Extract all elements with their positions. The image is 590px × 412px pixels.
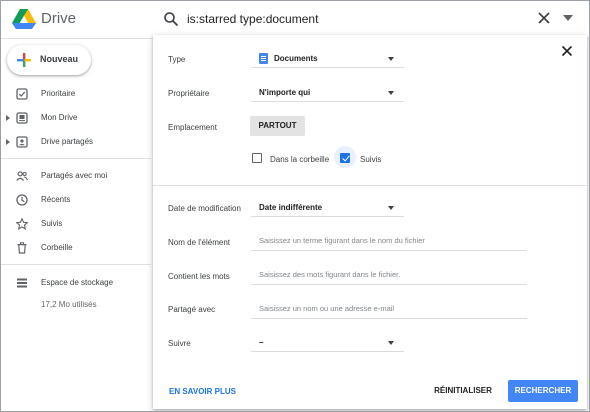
- app-window: Drive is:starred type:document Nouveau P…: [0, 0, 590, 412]
- expand-caret-icon[interactable]: [6, 115, 10, 121]
- contains-words-placeholder: Saisissez des mots figurant dans le fich…: [259, 270, 401, 279]
- advanced-search-panel: Type Documents Propriétaire N'importe qu…: [153, 35, 587, 409]
- app-title: Drive: [41, 10, 77, 27]
- search-input[interactable]: is:starred type:document: [187, 12, 318, 26]
- select-underline: [251, 101, 404, 102]
- field-underline: [251, 318, 527, 319]
- type-select[interactable]: Documents: [251, 50, 404, 68]
- item-name-label: Nom de l'élément: [168, 238, 230, 247]
- people-icon: [16, 171, 28, 181]
- reset-button[interactable]: RÉINITIALISER: [431, 382, 495, 400]
- shared-with-field[interactable]: Saisissez un nom ou une adresse e-mail: [251, 301, 527, 319]
- sidebar-item-label: Récents: [41, 195, 71, 204]
- follow-select[interactable]: –: [251, 334, 404, 352]
- dropdown-arrow-icon: [388, 341, 394, 345]
- dropdown-arrow-icon: [388, 206, 394, 210]
- trash-icon: [17, 242, 27, 254]
- sidebar-item-label: Suivis: [41, 219, 63, 228]
- modified-date-label: Date de modification: [168, 204, 241, 213]
- select-underline: [251, 216, 404, 217]
- select-underline: [251, 351, 404, 352]
- checkbox-icon: [16, 88, 28, 100]
- sidebar-item-suivis[interactable]: Suivis: [1, 213, 151, 235]
- contains-words-field[interactable]: Saisissez des mots figurant dans le fich…: [251, 267, 527, 285]
- new-button-label: Nouveau: [40, 54, 79, 64]
- owner-label: Propriétaire: [168, 89, 210, 98]
- sidebar-item-label: Espace de stockage: [41, 278, 114, 287]
- shared-drives-icon: [16, 136, 28, 148]
- clock-icon: [16, 194, 28, 206]
- in-trash-checkbox[interactable]: [252, 153, 262, 163]
- panel-divider: [153, 185, 587, 186]
- sidebar-item-drive-partages[interactable]: Drive partagés: [1, 131, 151, 153]
- clear-search-icon[interactable]: [537, 11, 551, 25]
- sidebar-item-label: Mon Drive: [41, 113, 78, 122]
- sidebar-item-mon-drive[interactable]: Mon Drive: [1, 107, 151, 129]
- follow-select-value: –: [259, 338, 264, 347]
- location-everywhere-button[interactable]: PARTOUT: [250, 116, 305, 136]
- sidebar-item-label: Prioritaire: [41, 89, 76, 98]
- plus-icon: [17, 53, 31, 67]
- dropdown-arrow-icon: [388, 57, 394, 61]
- new-button[interactable]: Nouveau: [7, 45, 91, 75]
- sidebar-item-label: Partagés avec moi: [41, 171, 108, 180]
- shared-with-placeholder: Saisissez un nom ou une adresse e-mail: [259, 304, 395, 313]
- field-underline: [251, 284, 527, 285]
- sidebar-item-recents[interactable]: Récents: [1, 189, 151, 211]
- sidebar-item-espace-de-stockage[interactable]: Espace de stockage: [1, 272, 151, 294]
- expand-caret-icon[interactable]: [6, 139, 10, 145]
- in-trash-label: Dans la corbeille: [270, 155, 330, 164]
- modified-date-select[interactable]: Date indifférente: [251, 199, 404, 217]
- owner-select-value: N'importe qui: [259, 88, 311, 97]
- search-options-dropdown-icon[interactable]: [563, 15, 573, 21]
- contains-words-label: Contient les mots: [168, 272, 230, 281]
- starred-label: Suivis: [360, 155, 382, 164]
- storage-icon: [17, 278, 27, 288]
- follow-label: Suivre: [168, 339, 191, 348]
- drive-logo-icon[interactable]: [11, 8, 37, 30]
- top-bar: Drive is:starred type:document: [1, 1, 589, 39]
- search-bar[interactable]: is:starred type:document: [153, 5, 585, 33]
- sidebar-item-label: Drive partagés: [41, 137, 94, 146]
- close-icon[interactable]: [561, 45, 573, 57]
- location-label: Emplacement: [168, 123, 217, 132]
- search-icon[interactable]: [163, 11, 179, 27]
- star-icon: [16, 218, 28, 230]
- sidebar-divider: [1, 264, 151, 265]
- sidebar-item-partages-avec-moi[interactable]: Partagés avec moi: [1, 165, 151, 187]
- learn-more-link[interactable]: EN SAVOIR PLUS: [169, 387, 236, 396]
- sidebar-item-prioritaire[interactable]: Prioritaire: [1, 83, 151, 105]
- item-name-field[interactable]: Saisissez un terme figurant dans le nom …: [251, 233, 527, 251]
- type-label: Type: [168, 55, 186, 64]
- item-name-placeholder: Saisissez un terme figurant dans le nom …: [259, 236, 425, 245]
- search-button[interactable]: RECHERCHER: [508, 380, 578, 402]
- google-docs-icon: [259, 53, 268, 64]
- storage-used-text: 17,2 Mo utilisés: [41, 300, 97, 309]
- modified-date-value: Date indifférente: [259, 203, 323, 212]
- dropdown-arrow-icon: [388, 91, 394, 95]
- starred-checkbox[interactable]: [340, 153, 350, 163]
- field-underline: [251, 250, 527, 251]
- my-drive-icon: [16, 112, 28, 124]
- sidebar-divider: [1, 158, 151, 159]
- shared-with-label: Partagé avec: [168, 305, 216, 314]
- type-select-value: Documents: [274, 54, 318, 63]
- sidebar-item-label: Corbeille: [41, 243, 73, 252]
- owner-select[interactable]: N'importe qui: [251, 84, 404, 102]
- sidebar-item-corbeille[interactable]: Corbeille: [1, 237, 151, 259]
- select-underline: [251, 67, 404, 68]
